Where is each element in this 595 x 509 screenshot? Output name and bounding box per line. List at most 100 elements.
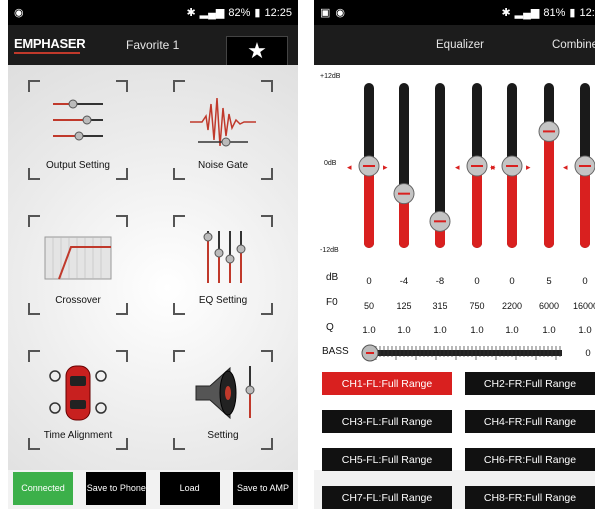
noise-gate-tile[interactable]: Noise Gate (173, 80, 273, 180)
load-button[interactable]: Load (159, 472, 220, 505)
band-q-value[interactable]: 1.0 (428, 325, 452, 336)
noise-gate-label: Noise Gate (197, 160, 249, 171)
svg-text:◂: ◂ (563, 162, 568, 172)
car-top-view-icon (49, 365, 107, 421)
eq-setting-label: EQ Setting (198, 295, 248, 306)
channel-6-button[interactable]: CH6-FR:Full Range (465, 448, 595, 471)
app-notification-icon: ◉ (335, 7, 346, 19)
equalizer-title: Equalizer (436, 39, 484, 51)
time-alignment-tile[interactable]: Time Alignment (28, 350, 128, 450)
channel-4-button[interactable]: CH4-FR:Full Range (465, 410, 595, 433)
preset-title: Favorite 1 (126, 38, 180, 52)
channel-7-button[interactable]: CH7-FL:Full Range (322, 486, 452, 509)
eq-setting-tile[interactable]: EQ Setting (173, 215, 273, 315)
star-icon: ★ (247, 38, 267, 63)
connected-button[interactable]: Connected (13, 472, 73, 505)
channel-1-button[interactable]: CH1-FL:Full Range (322, 372, 452, 395)
svg-text:◂: ◂ (455, 162, 460, 172)
setting-tile[interactable]: Setting (173, 350, 273, 450)
equalizer-panel: +12dB 0dB -12dB ◂▸◂▸◂▸◂▸ dB F0 Q BASS 05… (314, 65, 595, 509)
band-q-value[interactable]: 1.0 (392, 325, 416, 336)
save-to-amp-button[interactable]: Save to AMP (232, 472, 293, 505)
band-q-value[interactable]: 1.0 (537, 325, 561, 336)
fader-fill (580, 166, 590, 248)
band-f0-value[interactable]: 750 (465, 301, 489, 311)
eq-band-fader[interactable]: ◂▸ (347, 83, 388, 248)
band-q-value[interactable]: 1.0 (500, 325, 524, 336)
bluetooth-icon: ✱ (186, 7, 196, 19)
image-notification-icon: ▣ (320, 7, 331, 19)
band-f0-value[interactable]: 50 (357, 301, 381, 311)
battery-percent: 82% (228, 6, 251, 19)
fader-fill (364, 166, 374, 248)
favorite-star-button[interactable]: ★ (226, 36, 288, 66)
band-f0-value[interactable]: 6000 (537, 301, 561, 311)
band-db-value: 5 (546, 276, 552, 287)
band-db-value: 0 (474, 276, 480, 287)
channel-5-button[interactable]: CH5-FL:Full Range (322, 448, 452, 471)
sliders-icon (53, 99, 103, 141)
bottom-actions: Connected Save to Phone Load Save to AMP (8, 470, 298, 509)
channel-3-button[interactable]: CH3-FL:Full Range (322, 410, 452, 433)
output-setting-tile[interactable]: Output Setting (28, 80, 128, 180)
eq-band-fader[interactable] (429, 83, 451, 248)
app-bar: EMPHASER Favorite 1 ★ (8, 25, 298, 66)
eq-faders[interactable]: ◂▸◂▸◂▸◂▸ (314, 65, 595, 265)
fader-fill (507, 166, 517, 248)
clock: 12:25 (264, 6, 292, 19)
main-menu-screen: ◉ ✱ ▂▄▆ 82% ▮ 12:25 EMPHASER Favorite 1 … (8, 0, 298, 509)
signal-icon: ▂▄▆ (514, 7, 540, 19)
band-q-value[interactable]: 1.0 (357, 325, 381, 336)
speaker-icon (195, 366, 255, 420)
bass-value: 0 (585, 348, 591, 359)
crossover-label: Crossover (55, 295, 101, 306)
status-bar: ▣ ◉ ✱ ▂▄▆ 81% ▮ 12:29 (314, 0, 595, 25)
battery-percent: 81% (543, 6, 566, 19)
eq-band-fader[interactable] (538, 83, 560, 248)
eq-faders-icon (203, 231, 246, 283)
eq-band-fader[interactable]: ◂▸ (563, 83, 595, 248)
channel-8-button[interactable]: CH8-FR:Full Range (465, 486, 595, 509)
eq-band-fader[interactable]: ◂▸ (490, 83, 531, 248)
eq-band-fader[interactable] (393, 83, 415, 248)
band-db-value: 0 (582, 276, 588, 287)
output-setting-label: Output Setting (46, 160, 110, 171)
equalizer-screen: ▣ ◉ ✱ ▂▄▆ 81% ▮ 12:29 Equalizer Combine … (314, 0, 595, 509)
fader-fill (544, 131, 554, 248)
battery-icon: ▮ (254, 7, 261, 19)
brand-logo: EMPHASER (14, 36, 86, 51)
channel-2-button[interactable]: CH2-FR:Full Range (465, 372, 595, 395)
setting-label: Setting (207, 430, 239, 441)
band-f0-value[interactable]: 125 (392, 301, 416, 311)
app-bar: Equalizer Combine (314, 25, 595, 65)
signal-icon: ▂▄▆ (199, 7, 225, 19)
svg-text:◂: ◂ (347, 162, 352, 172)
svg-text:▸: ▸ (383, 162, 388, 172)
band-db-value: -8 (435, 276, 445, 287)
band-f0-value[interactable]: 2200 (500, 301, 524, 311)
bass-slider[interactable] (314, 343, 595, 363)
svg-text:▸: ▸ (526, 162, 531, 172)
fader-fill (472, 166, 482, 248)
battery-icon: ▮ (569, 7, 576, 19)
db-row-label: dB (326, 272, 339, 283)
band-f0-value[interactable]: 16000 (573, 301, 595, 311)
crossover-graph-icon (44, 236, 112, 280)
status-bar: ◉ ✱ ▂▄▆ 82% ▮ 12:25 (8, 0, 298, 25)
combine-tab[interactable]: Combine (552, 39, 595, 51)
app-notification-icon: ◉ (14, 7, 24, 19)
time-alignment-label: Time Alignment (43, 430, 113, 441)
band-db-value: 0 (366, 276, 372, 287)
waveform-icon (190, 97, 256, 147)
bluetooth-icon: ✱ (501, 7, 511, 19)
svg-text:◂: ◂ (490, 162, 495, 172)
band-db-value: -4 (399, 276, 409, 287)
band-f0-value[interactable]: 315 (428, 301, 452, 311)
band-q-value[interactable]: 1.0 (573, 325, 595, 336)
q-row-label: Q (326, 322, 334, 333)
band-q-value[interactable]: 1.0 (465, 325, 489, 336)
logo-underline (14, 52, 80, 54)
crossover-tile[interactable]: Crossover (28, 215, 128, 315)
clock: 12:29 (579, 6, 595, 19)
save-to-phone-button[interactable]: Save to Phone (86, 472, 147, 505)
